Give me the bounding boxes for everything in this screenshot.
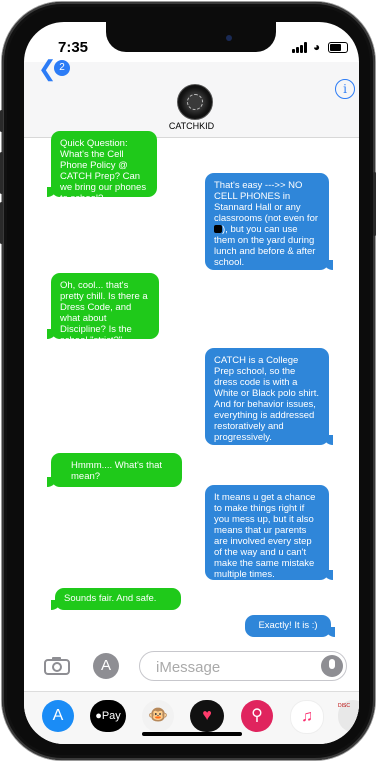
message-text: ), but you can use them on the yard duri… <box>214 224 316 268</box>
message-sent-2: Oh, cool... that's pretty chill. Is ther… <box>47 273 159 346</box>
message-received-1: That's easy --->> NO CELL PHONES in Stan… <box>205 173 333 270</box>
info-icon[interactable]: i <box>335 79 355 99</box>
message-sent-4: Sounds fair. And safe. <box>51 588 181 610</box>
search-icon[interactable]: ⚲ <box>241 700 273 732</box>
message-received-2: CATCH is a College Prep school, so the d… <box>205 348 333 445</box>
message-input[interactable] <box>154 656 308 678</box>
app-drawer: A ●Pay 🐵 ♥ ⚲ ♫ DISC <box>24 691 359 744</box>
message-received-3: It means u get a chance to make things r… <box>205 485 333 580</box>
signal-icon <box>292 42 310 53</box>
microphone-icon[interactable] <box>321 655 343 677</box>
camera-icon[interactable] <box>44 657 70 675</box>
apple-pay-icon[interactable]: ●Pay <box>90 700 126 732</box>
app-store-icon[interactable]: A <box>93 653 119 679</box>
notch <box>106 22 276 52</box>
phone-frame: 7:35 ◕ ❮ 2 CATCHKID i Quick Question: Wh… <box>0 2 376 760</box>
mute-switch <box>0 110 3 132</box>
unread-badge[interactable]: 2 <box>54 60 70 76</box>
music-icon[interactable]: ♫ <box>290 700 324 734</box>
message-text: That's easy --->> NO CELL PHONES in Stan… <box>214 180 319 224</box>
wifi-icon: ◕ <box>313 40 321 54</box>
home-indicator[interactable] <box>142 732 242 736</box>
volume-down-button <box>0 202 3 244</box>
message-sent-1: Quick Question: What's the Cell Phone Po… <box>47 131 157 204</box>
message-sent-3: Hmmm.... What's that mean? <box>47 453 182 487</box>
power-button <box>373 172 376 236</box>
volume-up-button <box>0 152 3 194</box>
message-received-4: Exactly! It is :) <box>245 615 335 637</box>
app-store-app-icon[interactable]: A <box>42 700 74 732</box>
composer-bar: A <box>24 651 359 691</box>
monkey-icon[interactable]: 🐵 <box>142 700 174 732</box>
screen: 7:35 ◕ ❮ 2 CATCHKID i Quick Question: Wh… <box>24 22 359 744</box>
apple-pay-label: Pay <box>101 710 121 722</box>
status-time: 7:35 <box>58 39 89 56</box>
disc-app-icon[interactable]: DISC <box>338 700 359 732</box>
front-camera <box>226 35 232 41</box>
contact-name[interactable]: CATCHKID <box>24 121 359 131</box>
battery-icon <box>328 42 348 53</box>
heart-icon[interactable]: ♥ <box>190 700 224 732</box>
disc-app-label: DISC <box>338 703 350 709</box>
mute-icon <box>214 225 222 234</box>
message-field[interactable] <box>139 651 347 681</box>
contact-avatar[interactable] <box>177 84 213 120</box>
